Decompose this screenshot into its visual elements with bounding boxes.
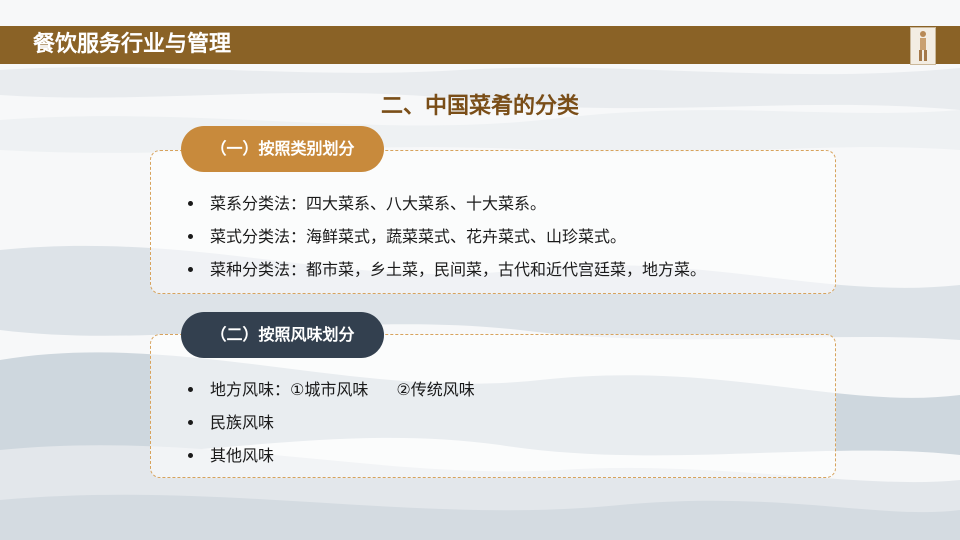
bullet-icon bbox=[188, 234, 193, 239]
list-item: 菜种分类法：都市菜，乡土菜，民间菜，古代和近代宫廷菜，地方菜。 bbox=[188, 253, 706, 286]
list-item-text-secondary: ②传统风味 bbox=[396, 380, 475, 399]
header-bar: 餐饮服务行业与管理 bbox=[0, 26, 960, 65]
slide-title: 二、中国菜肴的分类 bbox=[380, 94, 579, 119]
figure-logo-icon bbox=[910, 27, 936, 65]
bullet-icon bbox=[188, 267, 193, 272]
bullet-icon bbox=[188, 453, 193, 458]
list-item-text: 菜式分类法：海鲜菜式，蔬菜菜式、花卉菜式、山珍菜式。 bbox=[210, 227, 627, 246]
list-item-text: 其他风味 bbox=[210, 446, 275, 465]
list-item: 菜式分类法：海鲜菜式，蔬菜菜式、花卉菜式、山珍菜式。 bbox=[188, 220, 706, 253]
list-item-text: 地方风味：①城市风味 bbox=[210, 380, 369, 399]
list-item: 其他风味 bbox=[188, 439, 475, 472]
header-title: 餐饮服务行业与管理 bbox=[33, 32, 232, 57]
list-item-text: 菜种分类法：都市菜，乡土菜，民间菜，古代和近代宫廷菜，地方菜。 bbox=[210, 260, 707, 279]
section-heading-flavor: （二）按照风味划分 bbox=[181, 312, 384, 358]
flavor-list: 地方风味：①城市风味 ②传统风味 民族风味 其他风味 bbox=[188, 373, 475, 472]
list-item: 民族风味 bbox=[188, 406, 475, 439]
bullet-icon bbox=[188, 420, 193, 425]
list-item-text: 菜系分类法：四大菜系、八大菜系、十大菜系。 bbox=[210, 194, 547, 213]
list-item-text: 民族风味 bbox=[210, 413, 275, 432]
section-heading-category: （一）按照类别划分 bbox=[181, 126, 384, 172]
bullet-icon bbox=[188, 201, 193, 206]
list-item: 菜系分类法：四大菜系、八大菜系、十大菜系。 bbox=[188, 187, 706, 220]
bullet-icon bbox=[188, 387, 193, 392]
category-list: 菜系分类法：四大菜系、八大菜系、十大菜系。 菜式分类法：海鲜菜式，蔬菜菜式、花卉… bbox=[188, 187, 706, 286]
list-item: 地方风味：①城市风味 ②传统风味 bbox=[188, 373, 475, 406]
